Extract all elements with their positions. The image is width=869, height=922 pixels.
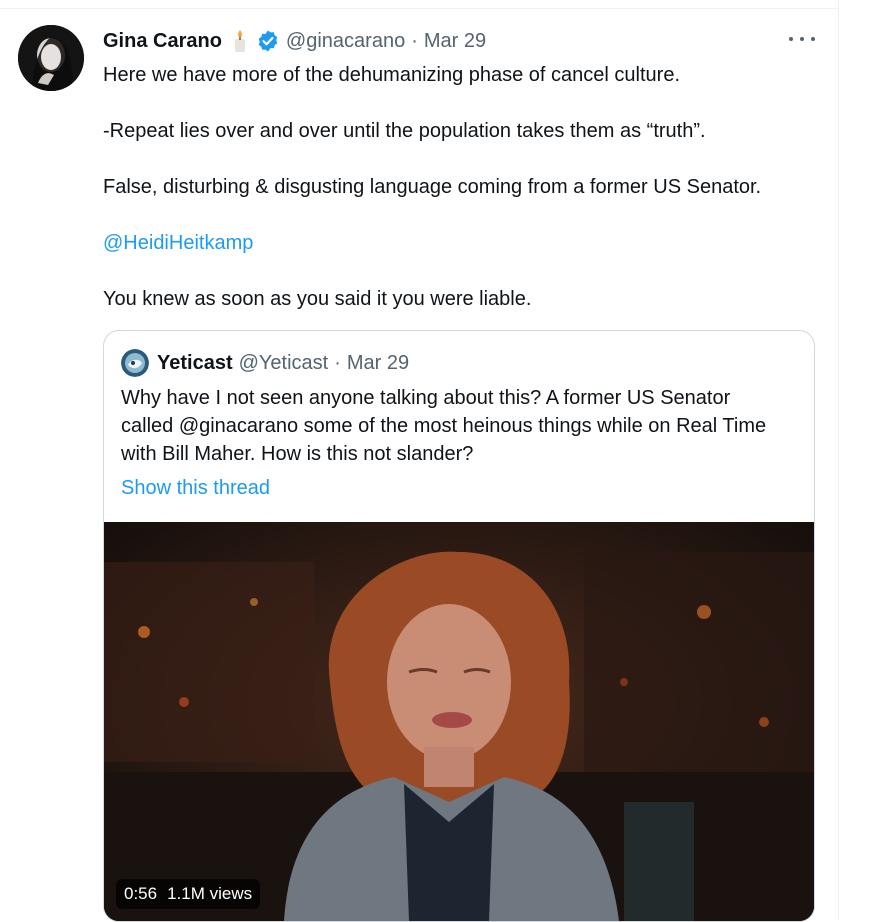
tweet-text-line-5: You knew as soon as you said it you were… — [103, 288, 532, 310]
quoted-author-handle[interactable]: @Yeticast — [239, 352, 329, 375]
author-name[interactable]: Gina Carano — [103, 30, 222, 53]
quoted-author-avatar — [121, 349, 149, 377]
author-handle[interactable]: @ginacarano — [286, 30, 405, 53]
quoted-text-line-1: Why have I not seen anyone talking about… — [121, 387, 731, 409]
separator-dot: · — [411, 29, 418, 52]
quoted-text-line-3: with Bill Maher. How is this not slander… — [121, 443, 474, 465]
timeline-border — [838, 0, 839, 921]
mention-link[interactable]: @HeidiHeitkamp — [103, 229, 253, 257]
quoted-text-line-2: called @ginacarano some of the most hein… — [121, 415, 767, 437]
tweet-date[interactable]: Mar 29 — [424, 30, 486, 53]
quoted-separator-dot: · — [334, 351, 341, 374]
tweet-text-line-2: -Repeat lies over and over until the pop… — [103, 120, 706, 142]
candle-emoji-icon — [232, 29, 248, 53]
video-player[interactable]: 0:56 1.1M views — [104, 522, 814, 921]
quoted-tweet-header: Yeticast @Yeticast · Mar 29 — [121, 349, 409, 377]
quoted-tweet-date[interactable]: Mar 29 — [347, 352, 409, 375]
tweet-header: Gina Carano @ginacarano · Mar 29 — [103, 27, 486, 55]
quoted-tweet-card[interactable]: Yeticast @Yeticast · Mar 29 Why have I n… — [103, 330, 815, 922]
more-options-icon[interactable] — [789, 29, 815, 49]
verified-badge-icon — [256, 29, 280, 53]
quoted-author-name[interactable]: Yeticast — [157, 352, 233, 375]
video-duration: 0:56 — [124, 884, 158, 903]
top-divider — [0, 8, 838, 9]
video-frame — [104, 522, 814, 921]
show-thread-link[interactable]: Show this thread — [121, 474, 270, 502]
video-views: 1.1M views — [167, 884, 253, 903]
tweet-text-line-1: Here we have more of the dehumanizing ph… — [103, 64, 681, 86]
video-stats-badge: 0:56 1.1M views — [116, 879, 261, 909]
author-avatar[interactable] — [18, 25, 84, 91]
tweet-text-line-3: False, disturbing & disgusting language … — [103, 176, 762, 198]
